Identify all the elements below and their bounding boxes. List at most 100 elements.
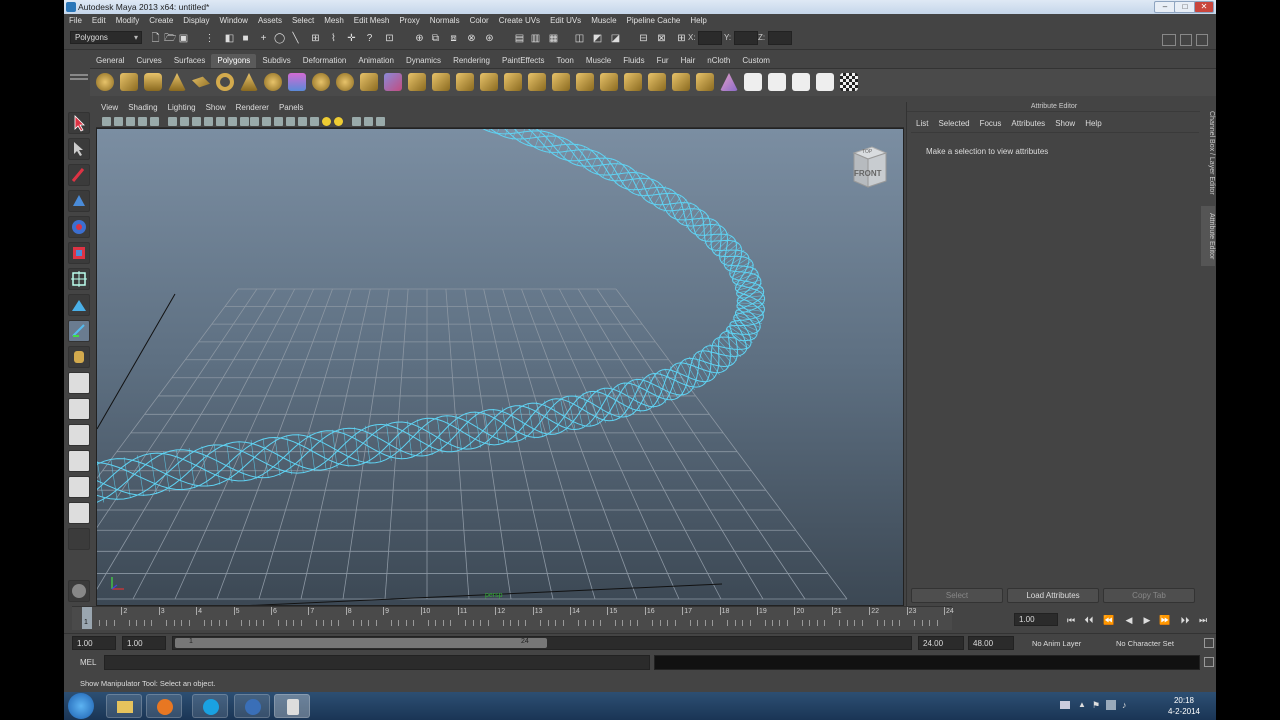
menu-create[interactable]: Create (144, 14, 178, 28)
go-to-end-icon[interactable]: ⏭ (1196, 614, 1210, 626)
tray-keyboard-icon[interactable] (1060, 701, 1070, 709)
tray-network-icon[interactable] (1106, 700, 1116, 710)
xray-icon[interactable] (286, 117, 295, 126)
layout-menu-icon[interactable] (68, 528, 90, 550)
tray-expand-icon[interactable]: ▲ (1078, 700, 1086, 709)
menu-file[interactable]: File (64, 14, 87, 28)
tray-flag-icon[interactable]: ⚑ (1092, 700, 1100, 711)
attr-menu-attributes[interactable]: Attributes (1006, 118, 1050, 130)
gate-mask-icon[interactable] (204, 117, 213, 126)
step-back-icon[interactable]: ⏴⏴ (1082, 614, 1096, 626)
smooth-shade-icon[interactable] (262, 117, 271, 126)
hypershade-icon[interactable]: ◫ (574, 33, 585, 44)
y-field[interactable] (734, 31, 758, 45)
z-field[interactable] (768, 31, 792, 45)
shelf-tab-animation[interactable]: Animation (352, 54, 400, 68)
combine-icon[interactable] (288, 73, 306, 91)
attribute-editor-tab[interactable]: Attribute Editor (1201, 206, 1215, 266)
menu-normals[interactable]: Normals (425, 14, 465, 28)
menu-mesh[interactable]: Mesh (319, 14, 349, 28)
question-icon[interactable]: ? (364, 33, 375, 44)
poly-prism-icon[interactable] (240, 73, 258, 91)
select-object-icon[interactable]: ◧ (224, 33, 235, 44)
triangulate-icon[interactable] (696, 73, 714, 91)
play-forwards-icon[interactable]: ▶ (1140, 614, 1154, 626)
character-set-dropdown[interactable]: No Character Set (1116, 639, 1174, 648)
film-gate-icon[interactable] (180, 117, 189, 126)
shelf-tab-muscle[interactable]: Muscle (580, 54, 617, 68)
wedge-icon[interactable] (624, 73, 642, 91)
attr-menu-show[interactable]: Show (1050, 118, 1080, 130)
select-by-curve-icon[interactable]: ╲ (290, 33, 301, 44)
select-by-pivot-icon[interactable]: ◯ (274, 33, 285, 44)
skype-taskbar-icon[interactable] (192, 694, 228, 718)
key-icon[interactable] (1204, 638, 1214, 648)
anim-layer-dropdown[interactable]: No Anim Layer (1032, 639, 1081, 648)
tool-settings-toggle-icon[interactable] (1196, 34, 1208, 46)
viewport-menu-renderer[interactable]: Renderer (231, 102, 274, 114)
shelf-tab-fur[interactable]: Fur (651, 54, 675, 68)
isolate-select-icon[interactable] (352, 117, 361, 126)
menu-modify[interactable]: Modify (111, 14, 145, 28)
attr-menu-focus[interactable]: Focus (975, 118, 1007, 130)
planar-mapping-icon[interactable] (720, 73, 738, 91)
snap-live-icon[interactable]: ⊡ (384, 33, 395, 44)
tray-volume-icon[interactable]: ♪ (1122, 700, 1127, 710)
shelf-menu-icon[interactable] (70, 56, 88, 96)
shelf-tab-polygons[interactable]: Polygons (211, 54, 257, 68)
wireframe-icon[interactable] (250, 117, 259, 126)
textured-icon[interactable] (310, 117, 319, 126)
last-tool-used-icon[interactable] (68, 346, 90, 368)
save-scene-icon[interactable]: ▣ (178, 33, 189, 44)
bevel-icon[interactable] (552, 73, 570, 91)
script-editor-icon[interactable] (1204, 657, 1214, 667)
snap-grid-icon[interactable]: ⊞ (310, 33, 321, 44)
render-current-icon[interactable]: ⊛ (484, 33, 495, 44)
close-icon[interactable]: ✕ (1194, 1, 1214, 13)
thunderbird-taskbar-icon[interactable] (234, 694, 270, 718)
attr-menu-list[interactable]: List (911, 118, 933, 130)
menu-muscle[interactable]: Muscle (586, 14, 621, 28)
insert-edge-loop-icon[interactable] (504, 73, 522, 91)
poly-cube-icon[interactable] (120, 73, 138, 91)
split-polygon-icon[interactable] (480, 73, 498, 91)
shelf-tab-hair[interactable]: Hair (675, 54, 702, 68)
bool-difference-icon[interactable] (384, 73, 402, 91)
go-to-start-icon[interactable]: ⏮ (1064, 614, 1078, 626)
checker-texture-icon[interactable] (840, 73, 858, 91)
firefox-taskbar-icon[interactable] (146, 694, 182, 718)
lasso-tool-icon[interactable] (68, 138, 90, 160)
cylindrical-mapping-icon[interactable] (744, 73, 762, 91)
open-scene-icon[interactable]: 🗁 (164, 33, 176, 44)
perspective-viewport[interactable]: TOP FRONT persp (96, 128, 904, 606)
smooth-icon[interactable] (336, 73, 354, 91)
attr-menu-help[interactable]: Help (1080, 118, 1106, 130)
bridge-icon[interactable] (432, 73, 450, 91)
menu-color[interactable]: Color (465, 14, 494, 28)
shelf-tab-surfaces[interactable]: Surfaces (168, 54, 212, 68)
shelf-tab-ncloth[interactable]: nCloth (701, 54, 736, 68)
input-ops-icon[interactable]: ⧉ (430, 33, 441, 44)
layout-persp-graph-icon[interactable] (68, 450, 90, 472)
menu-help[interactable]: Help (685, 14, 711, 28)
menu-assets[interactable]: Assets (253, 14, 287, 28)
image-plane-icon[interactable] (138, 117, 147, 126)
menu-proxy[interactable]: Proxy (394, 14, 424, 28)
start-button-icon[interactable] (68, 693, 94, 719)
x-field[interactable] (698, 31, 722, 45)
range-slider-handle[interactable]: 1 24 (175, 638, 547, 648)
lighting-icon[interactable] (322, 117, 331, 126)
view-cube[interactable]: TOP FRONT (850, 145, 888, 189)
attr-menu-selected[interactable]: Selected (933, 118, 974, 130)
select-tool-icon[interactable] (68, 112, 90, 134)
shelf-tab-curves[interactable]: Curves (130, 54, 167, 68)
safe-action-icon[interactable] (228, 117, 237, 126)
minimize-icon[interactable]: – (1154, 1, 1176, 13)
grid-toggle-icon[interactable] (168, 117, 177, 126)
current-time-field[interactable]: 1.00 (1014, 613, 1058, 626)
twisted-rope-mesh[interactable] (97, 129, 766, 505)
xray-joints-icon[interactable] (364, 117, 373, 126)
poly-soccer-ball-icon[interactable] (264, 73, 282, 91)
menu-window[interactable]: Window (215, 14, 253, 28)
shelf-tab-dynamics[interactable]: Dynamics (400, 54, 447, 68)
